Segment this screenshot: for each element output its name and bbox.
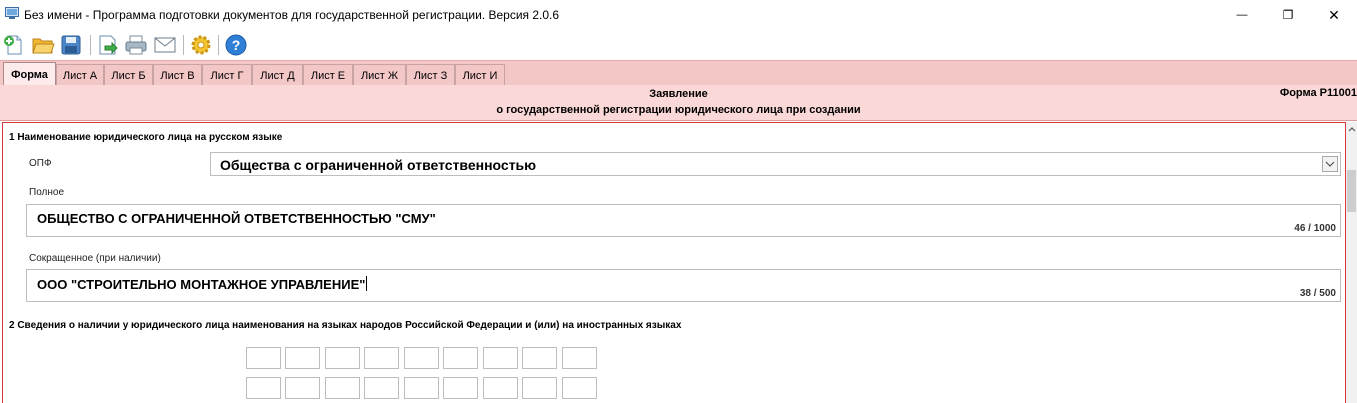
- scrollbar-thumb[interactable]: [1347, 170, 1356, 212]
- char-cell[interactable]: [364, 347, 399, 369]
- full-name-value: ОБЩЕСТВО С ОГРАНИЧЕННОЙ ОТВЕТСТВЕННОСТЬЮ…: [37, 211, 436, 226]
- tab-list-g[interactable]: Лист Г: [202, 64, 252, 86]
- mail-icon: [154, 37, 176, 53]
- toolbar: ?: [0, 30, 1357, 60]
- tab-list-d[interactable]: Лист Д: [252, 64, 303, 86]
- print-icon: [125, 35, 147, 55]
- char-cell[interactable]: [246, 347, 281, 369]
- sheet-tab-strip: Форма Лист А Лист Б Лист В Лист Г Лист Д…: [0, 60, 1357, 86]
- export-icon: [99, 35, 118, 55]
- svg-text:?: ?: [232, 37, 241, 53]
- app-window-icon: [5, 7, 19, 19]
- form-panel: 1 Наименование юридического лица на русс…: [2, 122, 1346, 403]
- help-button[interactable]: ?: [224, 33, 248, 57]
- text-caret: [366, 276, 368, 291]
- toolbar-separator: [183, 35, 184, 55]
- toolbar-separator: [90, 35, 91, 55]
- settings-gear-icon: [191, 35, 211, 55]
- form-title: Заявление: [649, 88, 708, 100]
- full-name-label: Полное: [29, 187, 65, 198]
- char-cell[interactable]: [443, 347, 478, 369]
- char-cell[interactable]: [325, 377, 360, 399]
- section-1-label: 1 Наименование юридического лица на русс…: [9, 132, 283, 143]
- help-icon: ?: [225, 34, 247, 56]
- form-subtitle: о государственной регистрации юридическо…: [496, 104, 861, 116]
- new-document-button[interactable]: [2, 33, 26, 57]
- char-cell[interactable]: [522, 347, 557, 369]
- tab-list-e[interactable]: Лист Е: [303, 64, 353, 86]
- vertical-scrollbar[interactable]: [1346, 122, 1357, 403]
- short-name-label: Сокращенное (при наличии): [29, 253, 161, 264]
- opf-select[interactable]: Общества с ограниченной ответственностью: [210, 152, 1341, 176]
- char-cell[interactable]: [404, 377, 439, 399]
- tab-list-z[interactable]: Лист З: [406, 64, 455, 86]
- maximize-button[interactable]: ❐: [1265, 0, 1311, 30]
- toolbar-separator: [218, 35, 219, 55]
- char-cell[interactable]: [483, 347, 518, 369]
- full-name-field[interactable]: ОБЩЕСТВО С ОГРАНИЧЕННОЙ ОТВЕТСТВЕННОСТЬЮ…: [26, 204, 1341, 237]
- title-bar: Без имени - Программа подготовки докумен…: [0, 0, 1357, 30]
- tab-list-b[interactable]: Лист Б: [104, 64, 153, 86]
- tab-list-a[interactable]: Лист А: [56, 64, 104, 86]
- char-cell[interactable]: [562, 377, 597, 399]
- save-disk-icon: [61, 35, 81, 55]
- form-header: Заявление о государственной регистрации …: [0, 85, 1357, 121]
- settings-button[interactable]: [189, 33, 213, 57]
- opf-selected-value: Общества с ограниченной ответственностью: [220, 157, 537, 173]
- export-button[interactable]: [96, 33, 120, 57]
- char-cell[interactable]: [285, 377, 320, 399]
- chevron-down-icon[interactable]: [1322, 156, 1338, 172]
- scroll-up-icon[interactable]: [1346, 124, 1357, 134]
- char-cell[interactable]: [285, 347, 320, 369]
- restore-icon: ❐: [1282, 8, 1294, 22]
- char-cell[interactable]: [364, 377, 399, 399]
- open-folder-icon: [32, 38, 55, 54]
- save-button[interactable]: [59, 33, 83, 57]
- mail-button[interactable]: [153, 33, 177, 57]
- close-button[interactable]: ✕: [1311, 0, 1357, 30]
- tab-forma[interactable]: Форма: [3, 62, 56, 86]
- window-title: Без имени - Программа подготовки докумен…: [24, 8, 560, 22]
- tab-list-i[interactable]: Лист И: [455, 64, 505, 86]
- char-cell[interactable]: [404, 347, 439, 369]
- char-cell[interactable]: [483, 377, 518, 399]
- char-cell[interactable]: [443, 377, 478, 399]
- tab-list-zh[interactable]: Лист Ж: [353, 64, 406, 86]
- char-cell[interactable]: [562, 347, 597, 369]
- char-cell[interactable]: [325, 347, 360, 369]
- form-code: Форма Р11001: [1279, 87, 1357, 99]
- tab-list-v[interactable]: Лист В: [153, 64, 202, 86]
- opf-label: ОПФ: [29, 158, 52, 169]
- section-2-label: 2 Сведения о наличии у юридического лица…: [9, 320, 682, 331]
- minimize-button[interactable]: —: [1219, 0, 1265, 30]
- close-icon: ✕: [1328, 6, 1340, 23]
- short-name-value: ООО "СТРОИТЕЛЬНО МОНТАЖНОЕ УПРАВЛЕНИЕ": [37, 277, 366, 292]
- short-name-field[interactable]: ООО "СТРОИТЕЛЬНО МОНТАЖНОЕ УПРАВЛЕНИЕ" 3…: [26, 269, 1341, 302]
- open-button[interactable]: [31, 33, 55, 57]
- short-name-char-counter: 38 / 500: [1299, 288, 1336, 299]
- form-content: 1 Наименование юридического лица на русс…: [0, 122, 1357, 403]
- char-cell[interactable]: [522, 377, 557, 399]
- print-button[interactable]: [124, 33, 148, 57]
- minimize-icon: —: [1236, 9, 1248, 21]
- char-cell[interactable]: [246, 377, 281, 399]
- full-name-char-counter: 46 / 1000: [1294, 223, 1336, 234]
- new-document-icon: [4, 35, 22, 55]
